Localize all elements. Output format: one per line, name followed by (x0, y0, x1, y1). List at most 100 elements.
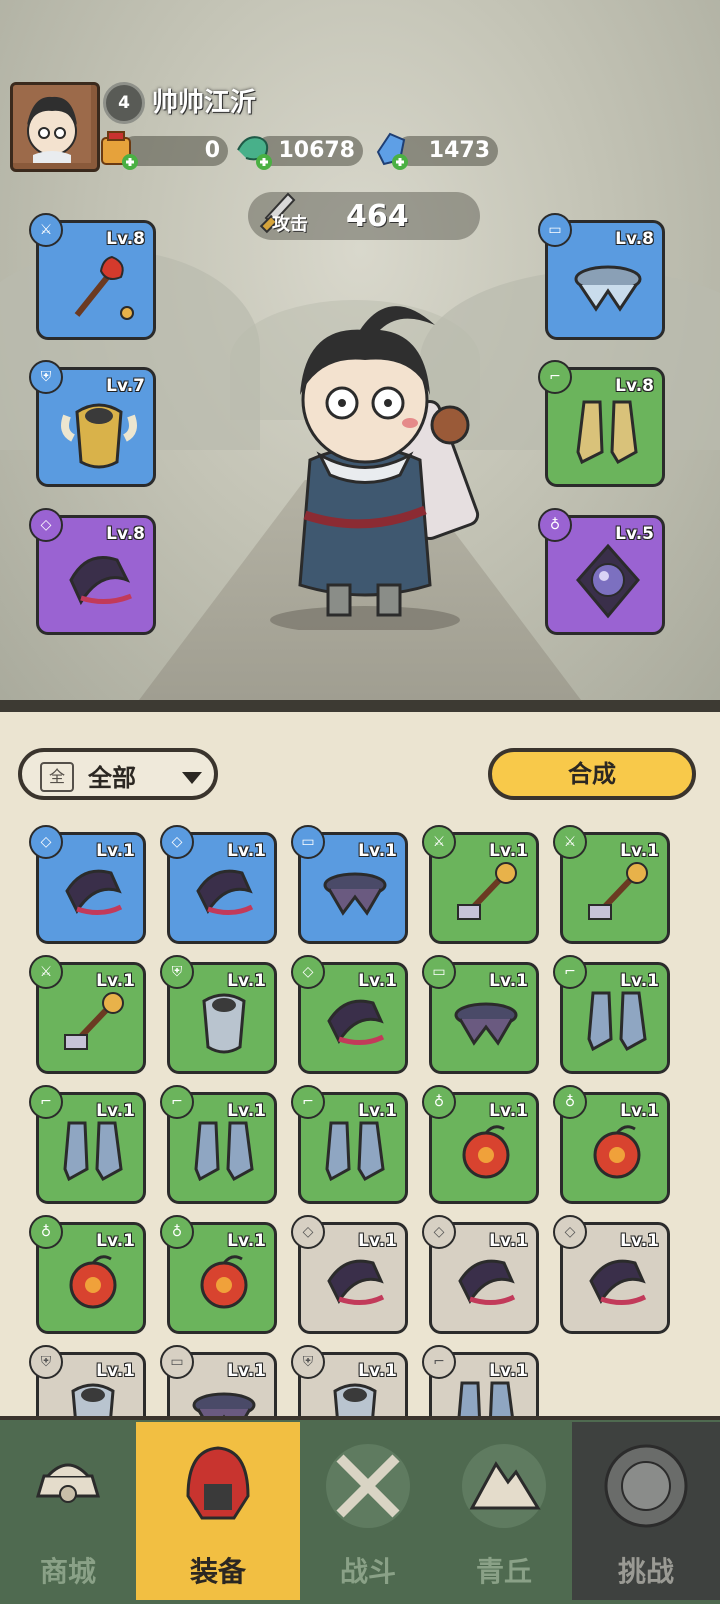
inventory-item-art (64, 992, 124, 1050)
ring-icon: ◇ (291, 955, 325, 989)
attack-value: 464 (346, 199, 409, 234)
nav-tab-label: 战斗 (339, 1555, 396, 1588)
inventory-item[interactable]: ⌐ Lv.1 (553, 955, 670, 1074)
boots-icon: ⌐ (553, 955, 587, 989)
inventory-item-art (327, 1259, 385, 1305)
belt-icon: ▭ (291, 825, 325, 859)
flower-staff-icon (74, 255, 134, 320)
inventory-item[interactable]: ⚔ Lv.1 (553, 825, 670, 944)
armor-icon: ⛨ (29, 360, 63, 394)
amulet-icon: ♁ (538, 508, 572, 542)
nav-tab-label: 挑战 (617, 1555, 674, 1588)
inventory-item[interactable]: ⌐ Lv.1 (291, 1085, 408, 1204)
inventory-item[interactable]: ⌐ Lv.1 (160, 1085, 277, 1204)
armor-icon: ⛨ (29, 1345, 63, 1379)
inventory-item[interactable]: ⛨ Lv.1 (160, 955, 277, 1074)
shop-icon (35, 1463, 101, 1503)
inventory-item[interactable]: ◇ Lv.1 (29, 825, 146, 944)
inventory-item-art (194, 1121, 254, 1182)
sword-icon: ⚔ (422, 825, 456, 859)
inventory-item[interactable]: ♁ Lv.1 (29, 1215, 146, 1334)
belt-icon: ▭ (160, 1345, 194, 1379)
sword-icon: ⚔ (553, 825, 587, 859)
boots-icon: ⌐ (291, 1085, 325, 1119)
inventory-item-art (200, 1255, 248, 1309)
nav-tab[interactable]: 商城 (0, 1422, 136, 1600)
amulet-icon: ♁ (553, 1085, 587, 1119)
sword-icon: ⚔ (29, 955, 63, 989)
amulet-icon: ♁ (422, 1085, 456, 1119)
jade-dragon-icon[interactable] (232, 128, 276, 172)
inventory-item[interactable]: ◇ Lv.1 (553, 1215, 670, 1334)
inventory-item[interactable]: ◇ Lv.1 (291, 1215, 408, 1334)
orb-amulet-icon (576, 543, 640, 619)
character-figure[interactable] (250, 285, 480, 630)
boots-icon: ⌐ (422, 1345, 456, 1379)
amulet-icon: ♁ (29, 1215, 63, 1249)
scene-divider (0, 700, 720, 712)
ring-icon: ◇ (291, 1215, 325, 1249)
inventory-item-art (457, 862, 517, 920)
inventory-item[interactable]: ♁ Lv.1 (160, 1215, 277, 1334)
ring-icon: ◇ (160, 825, 194, 859)
boots-icon: ⌐ (29, 1085, 63, 1119)
inventory-item[interactable]: ▭ Lv.1 (291, 825, 408, 944)
inventory-item-art (323, 872, 387, 916)
nav-tab-label: 商城 (39, 1555, 96, 1588)
frost-belt-icon (574, 265, 642, 312)
crystal-value: 1473 (428, 138, 490, 163)
merge-button[interactable]: 合成 (488, 748, 696, 800)
inventory-item[interactable]: ♁ Lv.1 (422, 1085, 539, 1204)
equipped-ring-slot[interactable]: ◇ Lv.8 (29, 508, 156, 635)
inventory-item[interactable]: ◇ Lv.1 (291, 955, 408, 1074)
filter-all-icon: 全 (40, 762, 74, 792)
inventory-item[interactable]: ▭ Lv.1 (422, 955, 539, 1074)
armor-icon: ⛨ (291, 1345, 325, 1379)
dark-bracer-icon (69, 556, 132, 606)
nav-tab[interactable]: 挑战 (572, 1422, 720, 1600)
inventory-item[interactable]: ◇ Lv.1 (422, 1215, 539, 1334)
boots-icon: ⌐ (538, 360, 572, 394)
token-bag-icon[interactable] (96, 128, 140, 172)
nav-tab[interactable]: 青丘 (436, 1422, 572, 1600)
ring-icon: ◇ (422, 1215, 456, 1249)
player-avatar[interactable] (10, 82, 100, 172)
nav-tab[interactable]: 装备 (136, 1422, 300, 1600)
nav-tab[interactable]: 战斗 (300, 1422, 436, 1600)
crossed-swords-icon (326, 1444, 410, 1528)
ring-icon: ◇ (29, 825, 63, 859)
inventory-item[interactable]: ♁ Lv.1 (553, 1085, 670, 1204)
inventory-item[interactable]: ⚔ Lv.1 (422, 825, 539, 944)
equipped-amulet-slot[interactable]: ♁ Lv.5 (538, 508, 665, 635)
inventory-item[interactable]: ◇ Lv.1 (160, 825, 277, 944)
inventory-item-art (454, 1002, 518, 1046)
inventory-item-art (588, 862, 648, 920)
golden-boots-icon (576, 400, 638, 465)
player-level-badge: 4 (103, 82, 145, 124)
sword-icon: ⚔ (29, 213, 63, 247)
inventory-item-art (196, 869, 254, 915)
nav-tab-label: 青丘 (475, 1555, 532, 1588)
equipped-weapon-slot[interactable]: ⚔ Lv.8 (29, 213, 156, 340)
equipped-belt-slot[interactable]: ▭ Lv.8 (538, 213, 665, 340)
armor-icon: ⛨ (160, 955, 194, 989)
inventory-item[interactable]: ⌐ Lv.1 (29, 1085, 146, 1204)
golden-armor-icon (61, 403, 137, 469)
attack-label: 攻击 (272, 214, 308, 235)
inventory-item-art (593, 1125, 641, 1179)
inventory-item-art (327, 999, 385, 1045)
belt-icon: ▭ (538, 213, 572, 247)
belt-icon: ▭ (422, 955, 456, 989)
helmet-icon (186, 1446, 250, 1520)
avatar-face-icon (13, 85, 91, 163)
crystal-icon[interactable] (370, 128, 414, 172)
nav-tab-label: 装备 (189, 1555, 246, 1588)
equipped-armor-slot[interactable]: ⛨ Lv.7 (29, 360, 156, 487)
equipped-boots-slot[interactable]: ⌐ Lv.8 (538, 360, 665, 487)
player-level: 4 (118, 93, 130, 113)
amulet-icon: ♁ (160, 1215, 194, 1249)
inventory-item[interactable]: ⚔ Lv.1 (29, 955, 146, 1074)
chevron-down-icon[interactable] (182, 772, 202, 784)
challenge-icon (604, 1444, 688, 1528)
tokens-value: 0 (204, 138, 220, 163)
